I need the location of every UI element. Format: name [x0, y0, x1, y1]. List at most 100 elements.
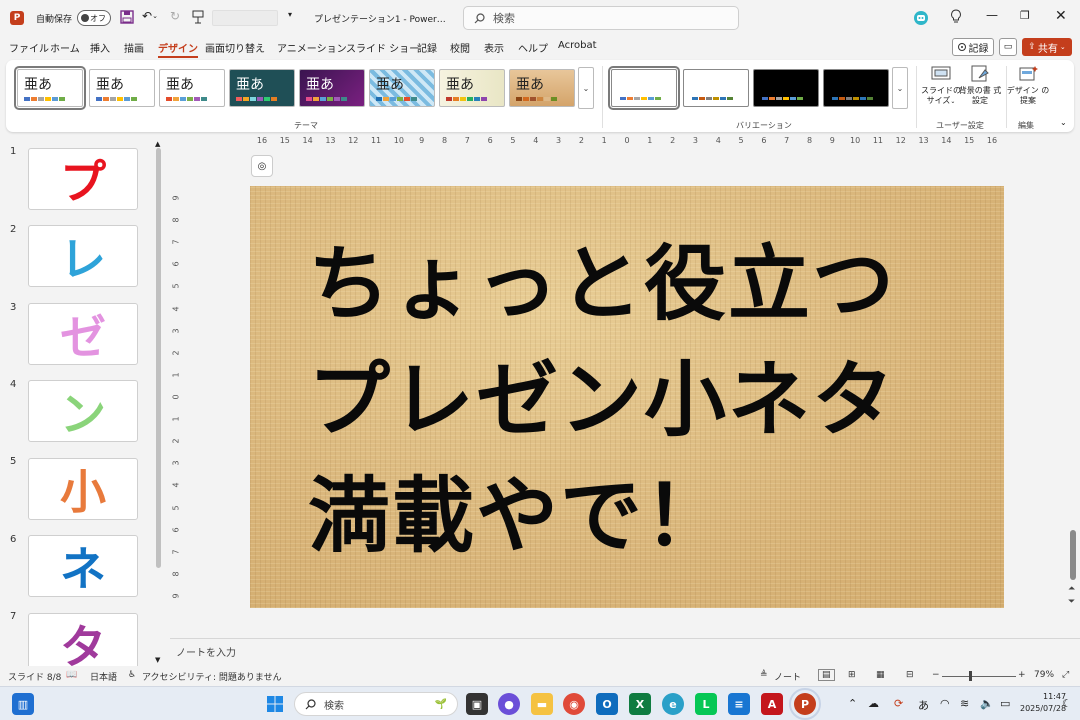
- chrome-icon[interactable]: ◉: [563, 693, 585, 715]
- slide-title-line-1[interactable]: ちょっと役立つ: [308, 244, 896, 326]
- tab-design[interactable]: デザイン: [158, 40, 198, 58]
- next-slide-icon[interactable]: ⏷: [1068, 597, 1075, 607]
- variant-1[interactable]: [608, 66, 680, 110]
- notepad-icon[interactable]: ≡: [728, 693, 750, 715]
- theme-5[interactable]: 亜あ: [299, 69, 365, 107]
- tab-file[interactable]: ファイル: [9, 40, 49, 55]
- network-icon[interactable]: ◠: [940, 697, 950, 710]
- variant-3[interactable]: [753, 69, 819, 107]
- scroll-down-icon[interactable]: ▼: [155, 656, 160, 664]
- lightbulb-icon[interactable]: [950, 9, 962, 25]
- notes-button[interactable]: ノート: [774, 670, 801, 683]
- collapse-ribbon-icon[interactable]: ⌄: [1060, 118, 1067, 127]
- slideshow-icon[interactable]: ⊟: [906, 670, 914, 680]
- tab-home[interactable]: ホーム: [50, 40, 80, 55]
- powerpoint-logo-icon[interactable]: P: [10, 11, 24, 25]
- tab-record[interactable]: 記録: [417, 40, 437, 55]
- zoom-slider-handle[interactable]: [969, 671, 972, 681]
- spellcheck-icon[interactable]: 📖: [66, 670, 77, 680]
- design-ideas-button[interactable]: デザイン の提案: [1006, 64, 1050, 106]
- undo-icon[interactable]: ↶ ⌄: [142, 9, 158, 23]
- taskbar-search[interactable]: 検索 🌱: [294, 692, 458, 716]
- zoom-slider[interactable]: [942, 676, 1016, 677]
- variants-more-icon[interactable]: ⌄: [892, 67, 908, 109]
- chat-icon[interactable]: ●: [498, 693, 520, 715]
- variant-4[interactable]: [823, 69, 889, 107]
- slide-thumbnail-2[interactable]: レ: [28, 225, 138, 287]
- zoom-level[interactable]: 79%: [1034, 670, 1054, 680]
- tab-animations[interactable]: アニメーション: [277, 40, 347, 55]
- save-icon[interactable]: [120, 10, 134, 24]
- battery-icon[interactable]: ▭: [1000, 697, 1010, 710]
- line-icon[interactable]: L: [695, 693, 717, 715]
- search-box[interactable]: 検索: [463, 6, 739, 30]
- fit-slide-icon[interactable]: ⤢: [1062, 670, 1069, 680]
- font-dropdown[interactable]: [212, 10, 278, 26]
- task-view-icon[interactable]: ▣: [466, 693, 488, 715]
- tab-review[interactable]: 校閲: [450, 40, 470, 55]
- autosave-toggle[interactable]: オフ: [77, 10, 111, 26]
- slide-thumbnail-6[interactable]: ネ: [28, 535, 138, 597]
- thumbnails-scrollbar[interactable]: [156, 148, 161, 568]
- ime-indicator[interactable]: あ: [918, 697, 929, 713]
- restore-icon[interactable]: ❐: [1020, 9, 1030, 22]
- theme-3[interactable]: 亜あ: [159, 69, 225, 107]
- close-icon[interactable]: ✕: [1055, 8, 1067, 24]
- tab-slideshow[interactable]: スライド ショー: [346, 40, 419, 55]
- edge-icon[interactable]: e: [662, 693, 684, 715]
- powerpoint-taskbar-icon[interactable]: P: [789, 688, 821, 720]
- slide-thumbnail-1[interactable]: プ: [28, 148, 138, 210]
- slide-thumbnail-4[interactable]: ン: [28, 380, 138, 442]
- slide-scrollbar[interactable]: [1070, 530, 1076, 580]
- tab-view[interactable]: 表示: [484, 40, 504, 55]
- sync-icon[interactable]: ⟳: [894, 697, 903, 710]
- customize-toolbar-icon[interactable]: ▾: [288, 10, 292, 19]
- wifi-icon[interactable]: ≋: [960, 697, 969, 710]
- tab-transitions[interactable]: 画面切り替え: [205, 40, 265, 55]
- copilot-icon[interactable]: [912, 9, 930, 27]
- record-button[interactable]: 記録: [952, 38, 994, 56]
- slide-size-button[interactable]: スライドの サイズ⌄: [919, 64, 963, 107]
- excel-icon[interactable]: X: [629, 693, 651, 715]
- tray-overflow-icon[interactable]: ⌃: [848, 697, 857, 710]
- slide-thumbnail-7[interactable]: タ: [28, 613, 138, 668]
- outlook-icon[interactable]: O: [596, 693, 618, 715]
- theme-8[interactable]: 亜あ: [509, 69, 575, 107]
- acrobat-icon[interactable]: A: [761, 693, 783, 715]
- clock[interactable]: 11:47 2025/07/28: [1020, 691, 1066, 715]
- minimize-icon[interactable]: —: [986, 8, 998, 22]
- slide-sorter-icon[interactable]: ⊞: [848, 670, 856, 680]
- slide-canvas[interactable]: ちょっと役立つ プレゼン小ネタ 満載やで！: [250, 186, 1004, 608]
- slide-title-line-3[interactable]: 満載やで！: [308, 476, 728, 558]
- theme-office[interactable]: 亜あ: [14, 66, 86, 110]
- theme-6[interactable]: 亜あ: [369, 69, 435, 107]
- language[interactable]: 日本語: [90, 670, 117, 683]
- onedrive-icon[interactable]: ☁: [868, 697, 879, 710]
- zoom-out-icon[interactable]: −: [932, 670, 940, 680]
- do-not-disturb-icon[interactable]: ☾: [1062, 697, 1072, 710]
- zoom-in-icon[interactable]: +: [1018, 670, 1026, 680]
- tab-acrobat[interactable]: Acrobat: [558, 40, 597, 51]
- notes-pane[interactable]: ノートを入力: [170, 638, 1080, 666]
- file-explorer-icon[interactable]: ▬: [531, 693, 553, 715]
- comment-icon[interactable]: ▭: [999, 38, 1017, 56]
- start-icon[interactable]: [264, 693, 286, 715]
- volume-icon[interactable]: 🔈: [980, 697, 994, 710]
- tab-draw[interactable]: 描画: [124, 40, 144, 55]
- tab-help[interactable]: ヘルプ: [518, 40, 548, 55]
- designer-icon[interactable]: ◎: [251, 155, 273, 177]
- themes-more-icon[interactable]: ⌄: [578, 67, 594, 109]
- format-background-button[interactable]: 背景の書 式設定: [958, 64, 1002, 106]
- tab-insert[interactable]: 挿入: [90, 40, 110, 55]
- share-button[interactable]: ⇪ 共有 ⌄: [1022, 38, 1072, 56]
- theme-2[interactable]: 亜あ: [89, 69, 155, 107]
- slide-thumbnail-5[interactable]: 小: [28, 458, 138, 520]
- normal-view-icon[interactable]: ▤: [818, 669, 835, 681]
- accessibility-status[interactable]: アクセシビリティ: 問題ありません: [142, 670, 282, 683]
- reading-view-icon[interactable]: ▦: [876, 670, 885, 680]
- widgets-icon[interactable]: ▥: [12, 693, 34, 715]
- slide-thumbnail-3[interactable]: ゼ: [28, 303, 138, 365]
- variant-2[interactable]: [683, 69, 749, 107]
- previous-slide-icon[interactable]: ⏶: [1068, 584, 1075, 594]
- theme-4[interactable]: 亜あ: [229, 69, 295, 107]
